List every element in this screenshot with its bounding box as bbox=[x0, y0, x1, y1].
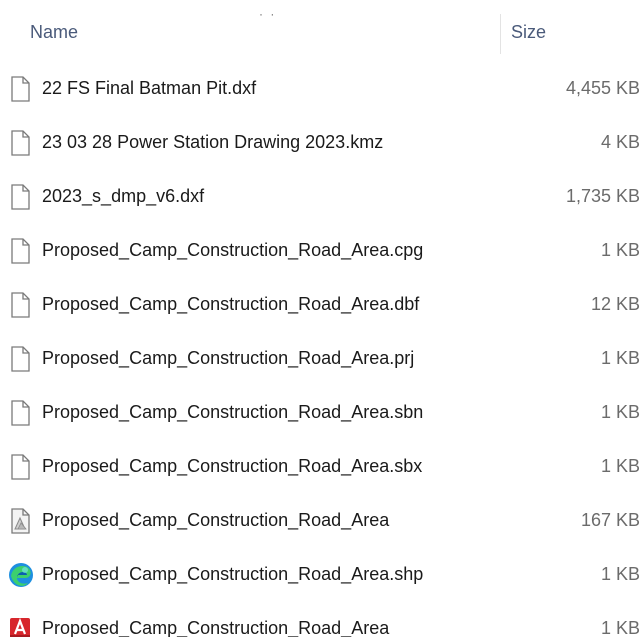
blank-document-icon bbox=[8, 75, 32, 103]
file-size: 1 KB bbox=[600, 348, 640, 368]
file-row[interactable]: Proposed_Camp_Construction_Road_Area 1 K… bbox=[0, 603, 644, 637]
file-name: Proposed_Camp_Construction_Road_Area.prj bbox=[42, 348, 415, 368]
file-row[interactable]: Proposed_Camp_Construction_Road_Area.sbx… bbox=[0, 441, 644, 495]
file-row[interactable]: Proposed_Camp_Construction_Road_Area.dbf… bbox=[0, 279, 644, 333]
file-name: 22 FS Final Batman Pit.dxf bbox=[42, 78, 257, 98]
file-row[interactable]: Proposed_Camp_Construction_Road_Area.sbn… bbox=[0, 387, 644, 441]
column-header-name[interactable]: Name bbox=[30, 22, 78, 43]
header-dots: · · bbox=[259, 7, 277, 21]
file-name: Proposed_Camp_Construction_Road_Area bbox=[42, 618, 390, 637]
file-name: Proposed_Camp_Construction_Road_Area.cpg bbox=[42, 240, 424, 260]
file-size: 4,455 KB bbox=[565, 78, 640, 98]
file-size: 4 KB bbox=[600, 132, 640, 152]
shapefile-document-icon bbox=[8, 507, 32, 535]
blank-document-icon bbox=[8, 345, 32, 373]
file-size: 12 KB bbox=[590, 294, 640, 314]
file-row[interactable]: Proposed_Camp_Construction_Road_Area.cpg… bbox=[0, 225, 644, 279]
file-row[interactable]: 2023_s_dmp_v6.dxf 1,735 KB bbox=[0, 171, 644, 225]
edge-browser-icon bbox=[8, 561, 33, 589]
blank-document-icon bbox=[8, 399, 32, 427]
file-row[interactable]: 22 FS Final Batman Pit.dxf 4,455 KB bbox=[0, 63, 644, 117]
file-size: 1 KB bbox=[600, 618, 640, 637]
file-name: Proposed_Camp_Construction_Road_Area bbox=[42, 510, 390, 530]
file-size: 1 KB bbox=[600, 402, 640, 422]
file-row[interactable]: 23 03 28 Power Station Drawing 2023.kmz … bbox=[0, 117, 644, 171]
file-size: 1 KB bbox=[600, 564, 640, 584]
file-row[interactable]: Proposed_Camp_Construction_Road_Area.prj… bbox=[0, 333, 644, 387]
file-name: Proposed_Camp_Construction_Road_Area.sbx bbox=[42, 456, 423, 476]
blank-document-icon bbox=[8, 237, 32, 265]
autocad-shx-icon bbox=[8, 615, 32, 637]
file-name: Proposed_Camp_Construction_Road_Area.shp bbox=[42, 564, 424, 584]
column-divider[interactable] bbox=[500, 14, 501, 54]
file-size: 167 KB bbox=[580, 510, 640, 530]
blank-document-icon bbox=[8, 129, 32, 157]
blank-document-icon bbox=[8, 453, 32, 481]
file-size: 1,735 KB bbox=[565, 186, 640, 206]
file-row[interactable]: Proposed_Camp_Construction_Road_Area.shp… bbox=[0, 549, 644, 603]
blank-document-icon bbox=[8, 291, 32, 319]
file-name: 23 03 28 Power Station Drawing 2023.kmz bbox=[42, 132, 384, 152]
file-explorer-list: · · Name Size 22 FS Final Batman Pit.dxf… bbox=[0, 0, 644, 637]
file-size: 1 KB bbox=[600, 456, 640, 476]
file-name: Proposed_Camp_Construction_Road_Area.dbf bbox=[42, 294, 420, 314]
file-size: 1 KB bbox=[600, 240, 640, 260]
blank-document-icon bbox=[8, 183, 32, 211]
file-name: 2023_s_dmp_v6.dxf bbox=[42, 186, 205, 206]
column-header-size[interactable]: Size bbox=[511, 22, 546, 43]
file-row[interactable]: Proposed_Camp_Construction_Road_Area 167… bbox=[0, 495, 644, 549]
file-name: Proposed_Camp_Construction_Road_Area.sbn bbox=[42, 402, 424, 422]
column-header-row: · · Name Size bbox=[0, 0, 644, 66]
